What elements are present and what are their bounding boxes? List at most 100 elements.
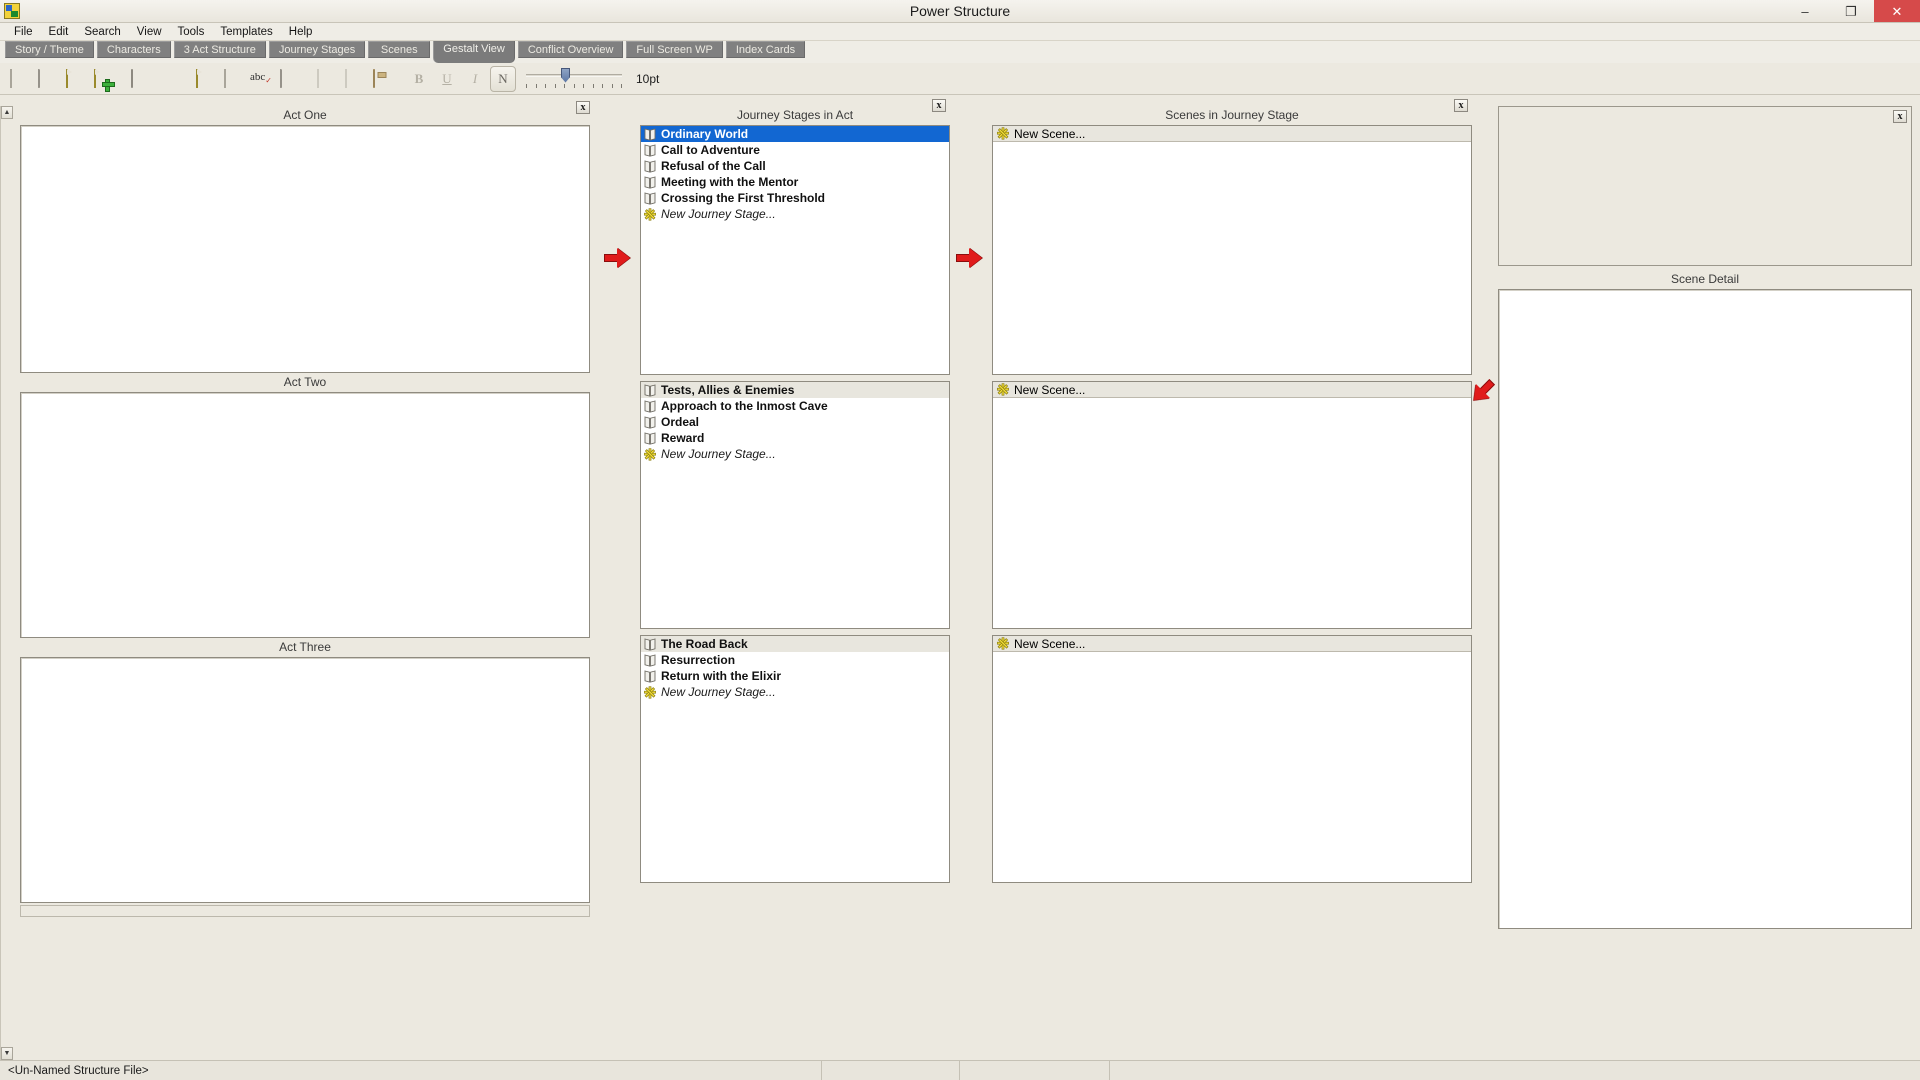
journey-stage-item[interactable]: Meeting with the Mentor	[641, 174, 949, 190]
journey-stage-label: Tests, Allies & Enemies	[661, 383, 795, 397]
tab-journey-stages[interactable]: Journey Stages	[268, 41, 366, 58]
font-size-slider[interactable]	[526, 66, 622, 92]
clipboard-button[interactable]	[276, 66, 302, 92]
act-editor[interactable]	[20, 657, 590, 903]
journey-stage-item[interactable]: New Journey Stage...	[641, 684, 949, 700]
print-button[interactable]	[127, 66, 153, 92]
new-document-icon	[10, 68, 28, 88]
status-cell-4	[1110, 1061, 1920, 1080]
highlight-button[interactable]	[192, 66, 218, 92]
new-document-button[interactable]	[6, 66, 32, 92]
underline-button[interactable]: U	[434, 66, 460, 92]
window-controls: – ❐ ✕	[1782, 0, 1920, 22]
add-new-button[interactable]	[90, 66, 116, 92]
scene-detail-close-button[interactable]: x	[1893, 110, 1907, 123]
journey-stage-item[interactable]: The Road Back	[641, 636, 949, 652]
tab-label: Scenes	[380, 43, 418, 56]
journey-stage-list[interactable]: Tests, Allies & Enemies Approach to the I…	[640, 381, 950, 629]
scenes-close-button[interactable]: x	[1454, 99, 1468, 112]
menu-item-file[interactable]: File	[6, 25, 41, 39]
normal-style-button[interactable]: N	[490, 65, 516, 92]
scene-list[interactable]: New Scene...	[992, 635, 1472, 883]
scene-list-item[interactable]: New Scene...	[993, 126, 1471, 142]
scene-label: New Scene...	[1014, 636, 1086, 651]
tab-full-screen-wp[interactable]: Full Screen WP	[626, 41, 723, 58]
act-block: Act One	[20, 106, 590, 373]
menu-item-search[interactable]: Search	[76, 25, 128, 39]
journey-stage-item[interactable]: New Journey Stage...	[641, 446, 949, 462]
scenes-title: Scenes in Journey Stage	[992, 106, 1472, 125]
menu-item-templates[interactable]: Templates	[212, 25, 280, 39]
copy-button[interactable]	[341, 66, 367, 92]
open-file-button[interactable]	[34, 66, 60, 92]
notes-button[interactable]	[220, 66, 246, 92]
journey-stage-item[interactable]: Reward	[641, 430, 949, 446]
scroll-up-button[interactable]: ▲	[1, 106, 13, 119]
tab-characters[interactable]: Characters	[96, 41, 171, 58]
scene-list[interactable]: New Scene...	[992, 381, 1472, 629]
journey-stage-label: Meeting with the Mentor	[661, 175, 799, 189]
scroll-down-button[interactable]: ▼	[1, 1047, 13, 1060]
close-button[interactable]: ✕	[1874, 0, 1920, 22]
journey-stage-item[interactable]: Crossing the First Threshold	[641, 190, 949, 206]
journey-stage-label: Refusal of the Call	[661, 159, 766, 173]
stage-to-scene-arrow	[956, 248, 982, 268]
bold-button[interactable]: B	[406, 66, 432, 92]
journey-stages-close-button[interactable]: x	[932, 99, 946, 112]
minimize-icon: –	[1801, 3, 1809, 19]
journey-stage-list[interactable]: Ordinary World Call to Adventure Refusal o…	[640, 125, 950, 375]
act-title: Act One	[283, 108, 327, 122]
act-title: Act Two	[283, 375, 327, 389]
book-icon	[644, 637, 656, 651]
edit-button[interactable]	[62, 66, 88, 92]
acts-vertical-scrollbar[interactable]: ▲ ▼	[0, 106, 13, 1060]
act-editor[interactable]	[20, 125, 590, 373]
tab-label: Conflict Overview	[527, 43, 614, 56]
italic-button[interactable]: I	[462, 66, 488, 92]
slider-thumb[interactable]	[561, 67, 570, 83]
tab-scenes[interactable]: Scenes	[368, 41, 431, 58]
starburst-icon	[644, 447, 656, 461]
paste-button[interactable]	[369, 66, 395, 92]
scene-list[interactable]: New Scene...	[992, 125, 1472, 375]
journey-stage-item[interactable]: Call to Adventure	[641, 142, 949, 158]
menu-item-view[interactable]: View	[129, 25, 170, 39]
journey-stage-item[interactable]: Ordeal	[641, 414, 949, 430]
tab-index-cards[interactable]: Index Cards	[725, 41, 806, 58]
acts-horizontal-scrollbar[interactable]	[20, 905, 590, 917]
menu-item-edit[interactable]: Edit	[41, 25, 77, 39]
act-editor[interactable]	[20, 392, 590, 638]
book-icon	[644, 653, 656, 667]
journey-stage-item[interactable]: Resurrection	[641, 652, 949, 668]
journey-stage-item[interactable]: Return with the Elixir	[641, 668, 949, 684]
copy-icon	[345, 68, 363, 88]
journey-stage-item[interactable]: New Journey Stage...	[641, 206, 949, 222]
cut-button[interactable]	[313, 66, 339, 92]
scene-list-item[interactable]: New Scene...	[993, 636, 1471, 652]
book-icon	[644, 143, 656, 157]
scene-label: New Scene...	[1014, 382, 1086, 397]
tab-conflict-overview[interactable]: Conflict Overview	[517, 41, 624, 58]
journey-stage-item[interactable]: Refusal of the Call	[641, 158, 949, 174]
journey-stage-item[interactable]: Ordinary World	[641, 126, 949, 142]
tab-story-theme[interactable]: Story / Theme	[5, 41, 94, 58]
journey-stage-item[interactable]: Approach to the Inmost Cave	[641, 398, 949, 414]
journey-stage-item[interactable]: Tests, Allies & Enemies	[641, 382, 949, 398]
maximize-button[interactable]: ❐	[1828, 0, 1874, 22]
tab-3-act-structure[interactable]: 3 Act Structure	[173, 41, 266, 58]
journey-stage-label: Return with the Elixir	[661, 669, 782, 683]
journey-stage-list[interactable]: The Road Back Resurrection Return with the…	[640, 635, 950, 883]
close-icon: ✕	[1891, 3, 1903, 19]
scene-list-item[interactable]: New Scene...	[993, 382, 1471, 398]
minimize-button[interactable]: –	[1782, 0, 1828, 22]
scene-groups: New Scene... New Scene... New Scene...	[992, 125, 1472, 883]
acts-close-button[interactable]: x	[576, 101, 590, 114]
toolbar: abc✓ B U I N 10pt	[0, 63, 1920, 95]
scene-detail-editor[interactable]	[1498, 289, 1912, 929]
menu-item-help[interactable]: Help	[281, 25, 321, 39]
print-preview-button[interactable]	[155, 66, 181, 92]
book-icon	[644, 159, 656, 173]
menu-item-tools[interactable]: Tools	[170, 25, 213, 39]
spellcheck-button[interactable]: abc✓	[248, 66, 274, 92]
tab-gestalt-view[interactable]: Gestalt View	[433, 41, 515, 63]
